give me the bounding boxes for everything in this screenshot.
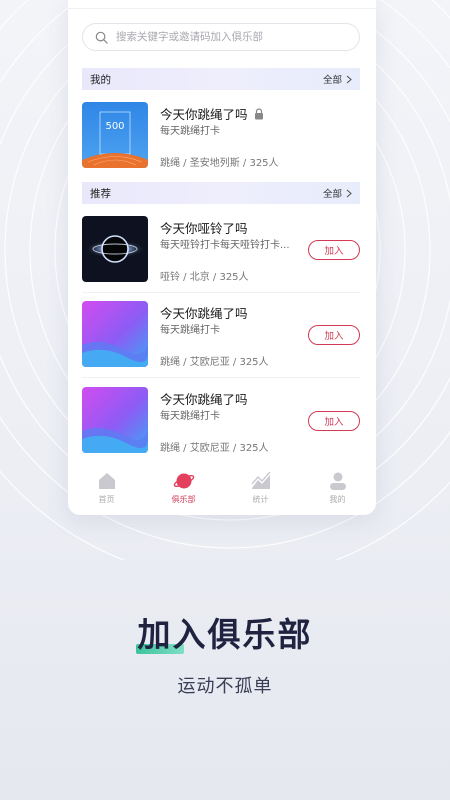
join-button[interactable]: 加入 <box>308 411 360 431</box>
tab-club-label: 俱乐部 <box>171 495 196 504</box>
thumbnail-number: 500 <box>105 121 124 132</box>
club-meta: 跳绳 / 艾欧尼亚 / 325人 <box>160 443 269 454</box>
club-thumbnail: 500 <box>82 102 148 168</box>
tab-stats-label: 统计 <box>252 495 269 504</box>
tab-home[interactable]: 首页 <box>77 470 137 505</box>
join-button[interactable]: 加入 <box>308 325 360 345</box>
promo-headline: 加入俱乐部 <box>0 608 450 656</box>
tab-profile[interactable]: 我的 <box>308 470 368 505</box>
section-mine-header: 我的 全部 <box>82 68 360 90</box>
club-desc: 每天跳绳打卡 <box>160 325 220 336</box>
section-recommend-title: 推荐 <box>90 187 111 200</box>
bottom-tab-bar: 首页 俱乐部 统计 我的 <box>68 470 376 515</box>
planet-icon <box>173 473 194 489</box>
club-thumbnail <box>82 387 148 453</box>
section-mine-title: 我的 <box>90 73 111 86</box>
search-input[interactable] <box>114 30 348 44</box>
tab-club[interactable]: 俱乐部 <box>154 470 214 505</box>
club-desc: 每天哑铃打卡每天哑铃打卡... <box>160 240 290 251</box>
user-icon <box>329 472 346 490</box>
search-bar[interactable] <box>82 23 360 51</box>
club-thumbnail <box>82 216 148 282</box>
section-recommend-more-label: 全部 <box>322 189 342 200</box>
club-title: 今天你哑铃了吗 <box>160 221 248 236</box>
search-icon <box>95 31 108 44</box>
promo-subline: 运动不孤单 <box>177 676 273 697</box>
club-thumbnail <box>82 301 148 367</box>
club-meta: 跳绳 / 艾欧尼亚 / 325人 <box>160 357 269 368</box>
club-title: 今天你跳绳了吗 <box>160 306 248 321</box>
club-card-recommend-1[interactable]: 今天你哑铃了吗 每天哑铃打卡每天哑铃打卡... 哑铃 / 北京 / 325人 加… <box>82 216 360 286</box>
divider <box>82 292 360 293</box>
club-title: 今天你跳绳了吗 <box>160 392 248 407</box>
club-meta: 哑铃 / 北京 / 325人 <box>160 272 249 283</box>
club-card-recommend-2[interactable]: 今天你跳绳了吗 每天跳绳打卡 跳绳 / 艾欧尼亚 / 325人 加入 <box>82 301 360 371</box>
tab-stats[interactable]: 统计 <box>231 470 291 505</box>
app-screen: 我的 全部 500 今天你跳绳了吗 <box>68 0 376 515</box>
club-title-row: 今天你跳绳了吗 <box>160 104 264 123</box>
club-card-recommend-3[interactable]: 今天你跳绳了吗 每天跳绳打卡 跳绳 / 艾欧尼亚 / 325人 加入 <box>82 387 360 457</box>
section-recommend-more[interactable]: 全部 <box>323 186 352 200</box>
club-desc: 每天跳绳打卡 <box>160 411 220 422</box>
club-meta: 跳绳 / 圣安地列斯 / 325人 <box>160 158 279 169</box>
club-desc: 每天跳绳打卡 <box>160 126 220 137</box>
chevron-right-icon <box>346 75 352 83</box>
join-button[interactable]: 加入 <box>308 240 360 260</box>
chevron-right-icon <box>346 189 352 197</box>
lock-icon <box>254 107 263 119</box>
section-mine-more[interactable]: 全部 <box>323 72 352 86</box>
section-mine-more-label: 全部 <box>322 75 342 86</box>
club-card-mine[interactable]: 500 今天你跳绳了吗 每天跳绳打卡 跳绳 / 圣安地列斯 / 325人 <box>82 102 360 172</box>
tab-profile-label: 我的 <box>329 495 346 504</box>
chart-icon <box>250 471 271 489</box>
promo-headline-text: 加入俱乐部 <box>137 615 313 654</box>
divider <box>82 377 360 378</box>
home-icon <box>98 473 115 489</box>
tab-home-label: 首页 <box>98 495 115 504</box>
section-recommend-header: 推荐 全部 <box>82 182 360 204</box>
club-title: 今天你跳绳了吗 <box>160 107 248 122</box>
top-strip <box>68 0 376 9</box>
